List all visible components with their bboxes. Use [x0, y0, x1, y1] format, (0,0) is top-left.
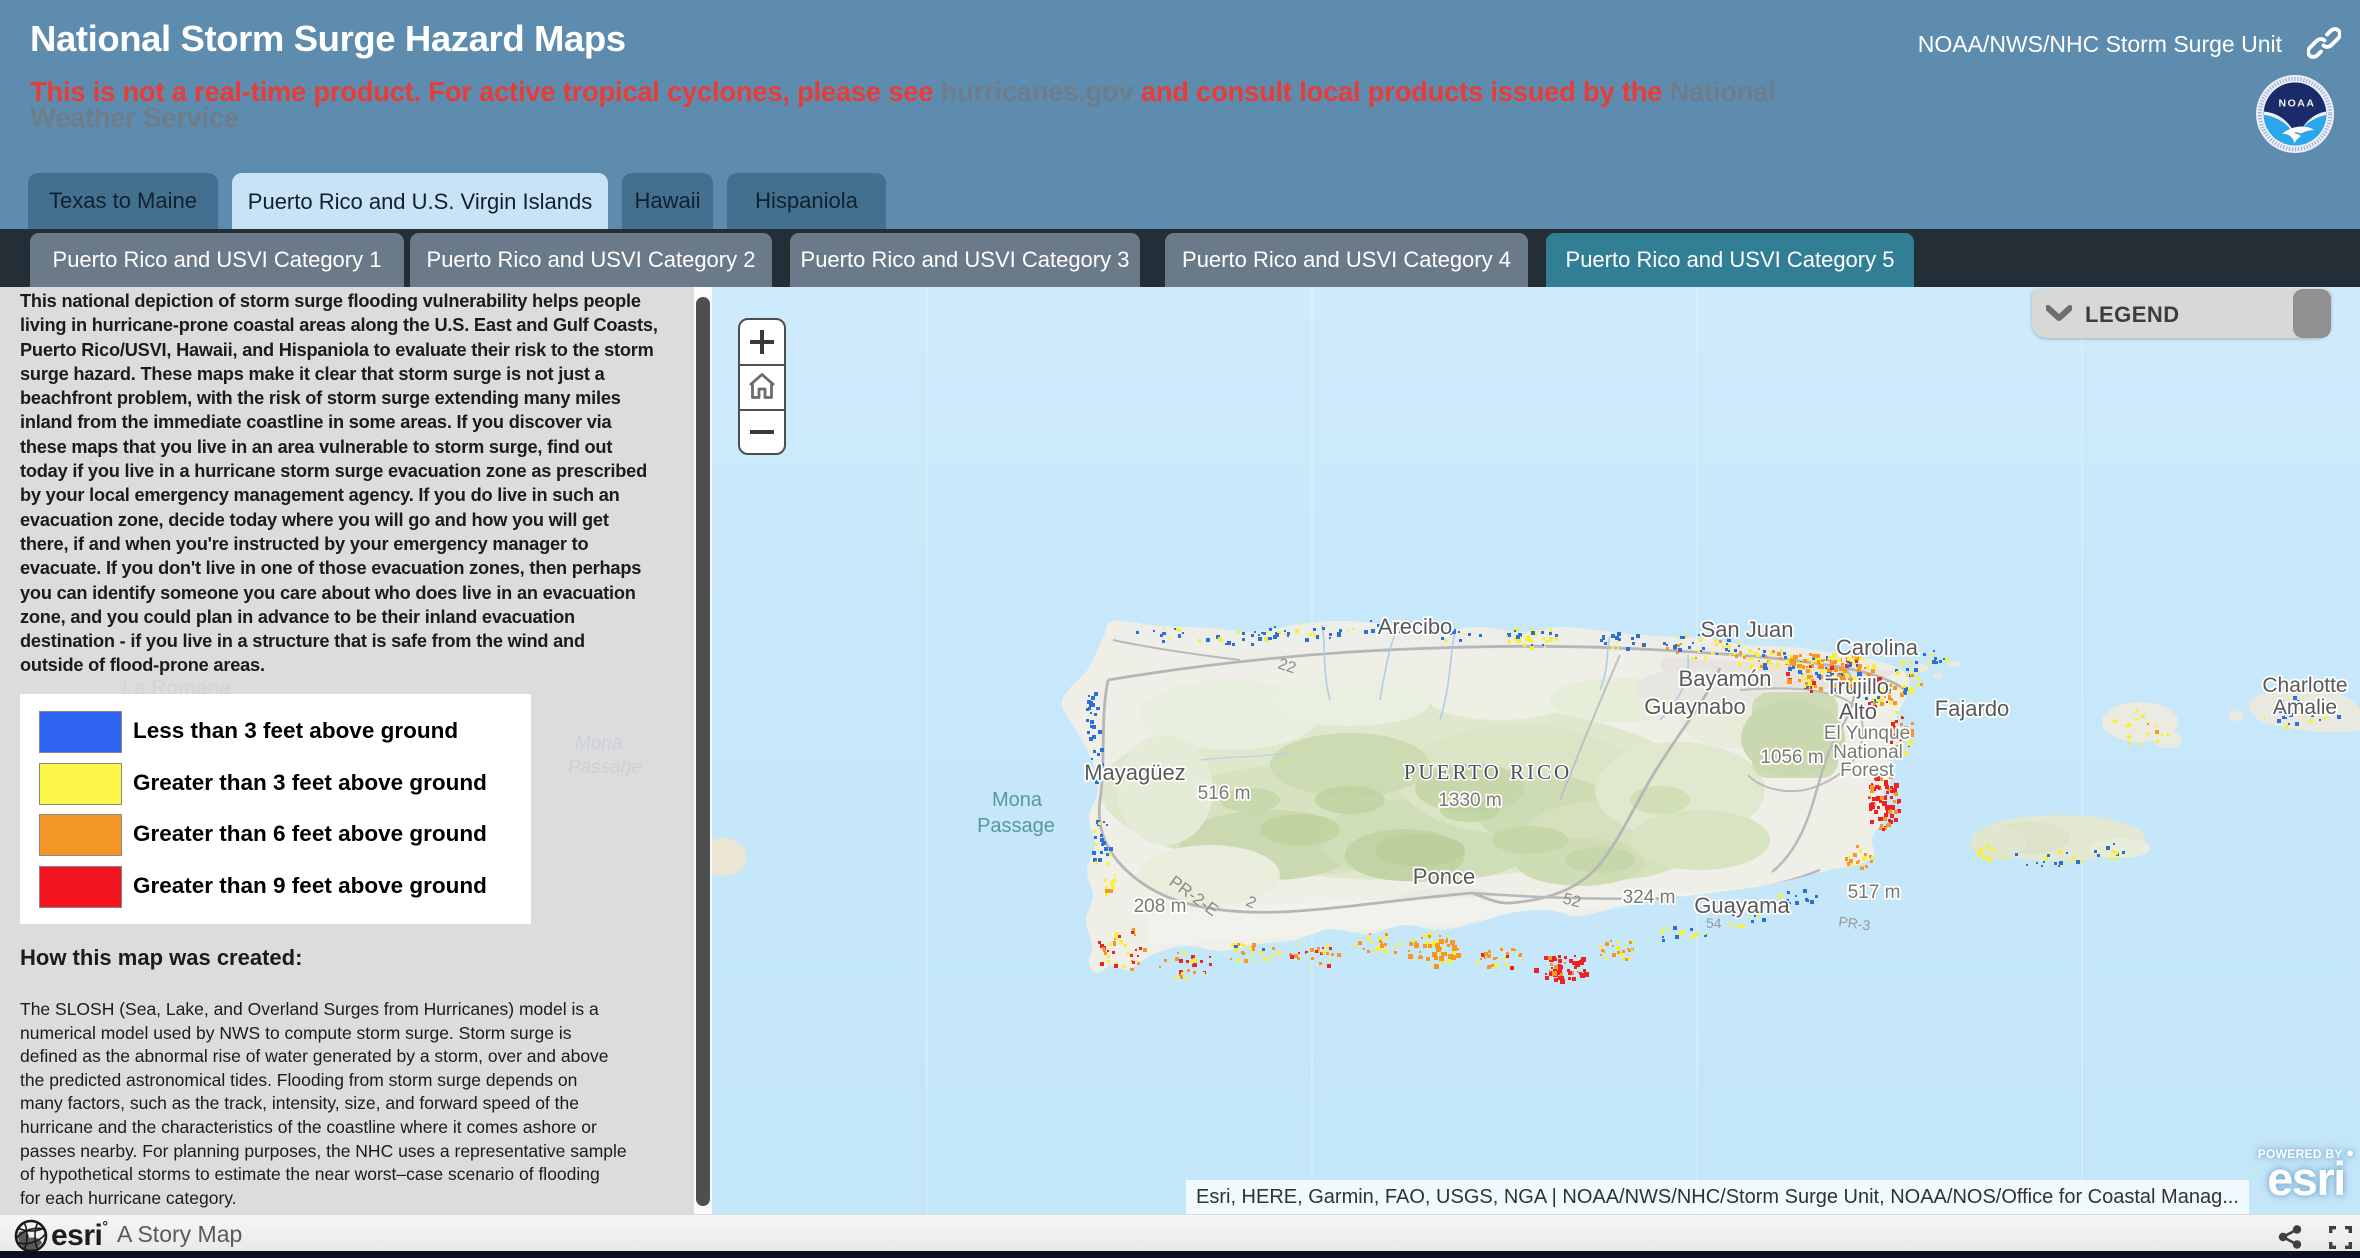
svg-text:517 m: 517 m: [1848, 882, 1901, 903]
svg-text:NOAA: NOAA: [2278, 97, 2315, 109]
svg-text:54: 54: [1706, 915, 1722, 931]
svg-text:Guaynabo: Guaynabo: [1644, 694, 1746, 719]
svg-text:Fajardo: Fajardo: [1935, 696, 2010, 721]
svg-text:Ponce: Ponce: [1413, 864, 1475, 889]
svg-text:Mayagüez: Mayagüez: [1084, 760, 1186, 785]
svg-text:San Juan: San Juan: [1701, 617, 1794, 642]
svg-text:Carolina: Carolina: [1836, 635, 1919, 660]
svg-text:1056 m: 1056 m: [1760, 747, 1823, 768]
svg-text:Alto: Alto: [1839, 699, 1877, 724]
svg-text:PUERTO RICO: PUERTO RICO: [1404, 760, 1572, 784]
svg-text:Amalie: Amalie: [2273, 696, 2337, 719]
svg-text:Passage: Passage: [977, 815, 1055, 837]
svg-text:Trujillo: Trujillo: [1825, 674, 1889, 699]
svg-text:Arecibo: Arecibo: [1378, 614, 1453, 639]
svg-text:Mona: Mona: [992, 789, 1043, 811]
svg-text:Charlotte: Charlotte: [2262, 674, 2347, 697]
svg-text:Forest: Forest: [1840, 760, 1895, 781]
svg-text:516 m: 516 m: [1198, 783, 1251, 804]
svg-text:El Yunque: El Yunque: [1824, 723, 1910, 744]
svg-text:324 m: 324 m: [1623, 887, 1676, 908]
svg-text:1330 m: 1330 m: [1438, 790, 1501, 811]
svg-text:208 m: 208 m: [1134, 896, 1187, 917]
svg-text:Bayamón: Bayamón: [1679, 666, 1772, 691]
